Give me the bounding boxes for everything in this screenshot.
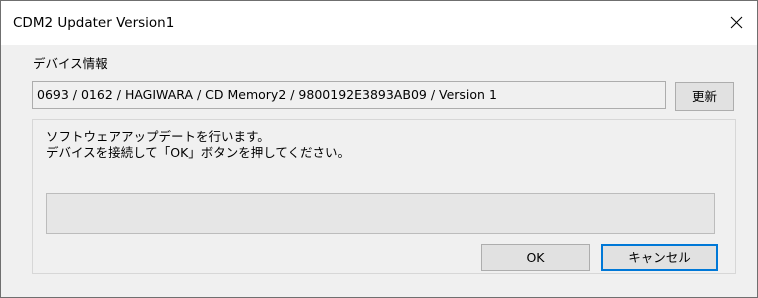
- title-bar[interactable]: CDM2 Updater Version1: [1, 1, 757, 45]
- window-title: CDM2 Updater Version1: [13, 15, 175, 31]
- update-button[interactable]: 更新: [675, 82, 734, 111]
- device-info-label: デバイス情報: [33, 56, 108, 71]
- cancel-button[interactable]: キャンセル: [601, 244, 718, 271]
- ok-button[interactable]: OK: [481, 244, 590, 271]
- device-info-field: 0693 / 0162 / HAGIWARA / CD Memory2 / 98…: [32, 81, 666, 109]
- instruction-message: ソフトウェアアップデートを行います。 デバイスを接続して「OK」ボタンを押してく…: [46, 129, 350, 161]
- instruction-line-2: デバイスを接続して「OK」ボタンを押してください。: [46, 145, 351, 160]
- close-button[interactable]: [717, 1, 757, 45]
- close-icon: [730, 16, 743, 29]
- instruction-line-1: ソフトウェアアップデートを行います。: [46, 129, 270, 144]
- updater-dialog: CDM2 Updater Version1 デバイス情報 0693 / 0162…: [0, 0, 758, 298]
- progress-bar: [46, 193, 715, 234]
